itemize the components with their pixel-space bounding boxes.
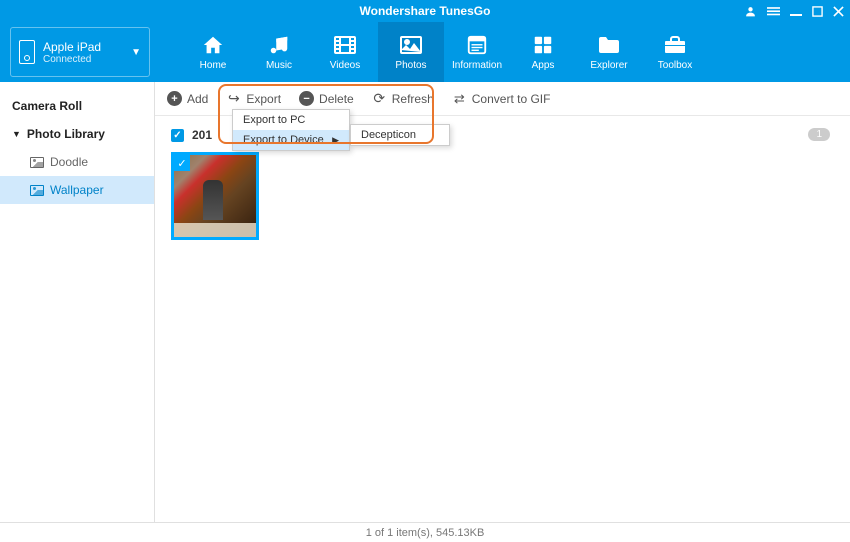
photo-icon (399, 34, 423, 56)
status-bar: 1 of 1 item(s), 545.13KB (0, 522, 850, 542)
device-info: Apple iPad Connected (43, 40, 131, 65)
sidebar-camera-roll[interactable]: Camera Roll (0, 92, 154, 120)
export-button[interactable]: ↪ Export (226, 91, 281, 106)
device-selector[interactable]: Apple iPad Connected ▼ (10, 27, 150, 77)
minimize-button[interactable] (790, 5, 802, 17)
app-title: Wondershare TunesGo (360, 4, 491, 18)
nav-toolbox[interactable]: Toolbox (642, 22, 708, 82)
home-icon (201, 34, 225, 56)
thumbnail-grid: ✓ (171, 152, 834, 240)
nav-photos[interactable]: Photos (378, 22, 444, 82)
add-button[interactable]: + Add (167, 91, 208, 106)
folder-icon (597, 34, 621, 56)
nav-information[interactable]: Information (444, 22, 510, 82)
user-icon[interactable] (744, 5, 757, 18)
submenu-device-item[interactable]: Decepticon (351, 125, 449, 145)
maximize-button[interactable] (812, 6, 823, 17)
main-nav: Home Music Videos Photos Information App… (180, 22, 708, 82)
header: Apple iPad Connected ▼ Home Music Videos… (0, 22, 850, 82)
sidebar-photo-library[interactable]: ▼ Photo Library (0, 120, 154, 148)
toolbox-icon (663, 34, 687, 56)
convert-gif-button[interactable]: ⇄ Convert to GIF (452, 91, 551, 106)
export-dropdown: Export to PC Export to Device ▶ (232, 109, 350, 151)
nav-home[interactable]: Home (180, 22, 246, 82)
photo-thumbnail[interactable]: ✓ (171, 152, 259, 240)
group-year: 201 (192, 128, 212, 142)
thumbnail-checkbox[interactable]: ✓ (174, 155, 190, 171)
delete-button[interactable]: − Delete (299, 91, 354, 106)
minus-icon: − (299, 91, 314, 106)
plus-icon: + (167, 91, 182, 106)
menu-icon[interactable] (767, 5, 780, 18)
content-area: ✓ 201 1 ✓ (155, 116, 850, 522)
chevron-down-icon: ▼ (12, 129, 21, 139)
device-name: Apple iPad (43, 40, 131, 54)
device-submenu: Decepticon (350, 124, 450, 146)
device-status: Connected (43, 54, 131, 65)
video-icon (333, 34, 357, 56)
chevron-down-icon: ▼ (131, 47, 141, 58)
window-controls (744, 5, 844, 18)
device-icon (19, 40, 35, 64)
export-icon: ↪ (226, 91, 241, 106)
picture-icon (30, 185, 44, 196)
music-icon (267, 34, 291, 56)
sidebar-item-doodle[interactable]: Doodle (0, 148, 154, 176)
group-checkbox[interactable]: ✓ (171, 129, 184, 142)
export-to-device-item[interactable]: Export to Device ▶ (233, 130, 349, 150)
export-to-pc-item[interactable]: Export to PC (233, 110, 349, 130)
nav-music[interactable]: Music (246, 22, 312, 82)
nav-videos[interactable]: Videos (312, 22, 378, 82)
chevron-right-icon: ▶ (332, 135, 339, 146)
titlebar: Wondershare TunesGo (0, 0, 850, 22)
apps-icon (531, 34, 555, 56)
sidebar-item-wallpaper[interactable]: Wallpaper (0, 176, 154, 204)
refresh-button[interactable]: ⟳ Refresh (372, 91, 434, 106)
convert-icon: ⇄ (452, 91, 467, 106)
info-icon (465, 34, 489, 56)
refresh-icon: ⟳ (372, 91, 387, 106)
status-text: 1 of 1 item(s), 545.13KB (366, 527, 485, 539)
count-badge: 1 (808, 128, 830, 141)
nav-apps[interactable]: Apps (510, 22, 576, 82)
picture-icon (30, 157, 44, 168)
close-button[interactable] (833, 6, 844, 17)
sidebar: Camera Roll ▼ Photo Library Doodle Wallp… (0, 82, 155, 522)
nav-explorer[interactable]: Explorer (576, 22, 642, 82)
